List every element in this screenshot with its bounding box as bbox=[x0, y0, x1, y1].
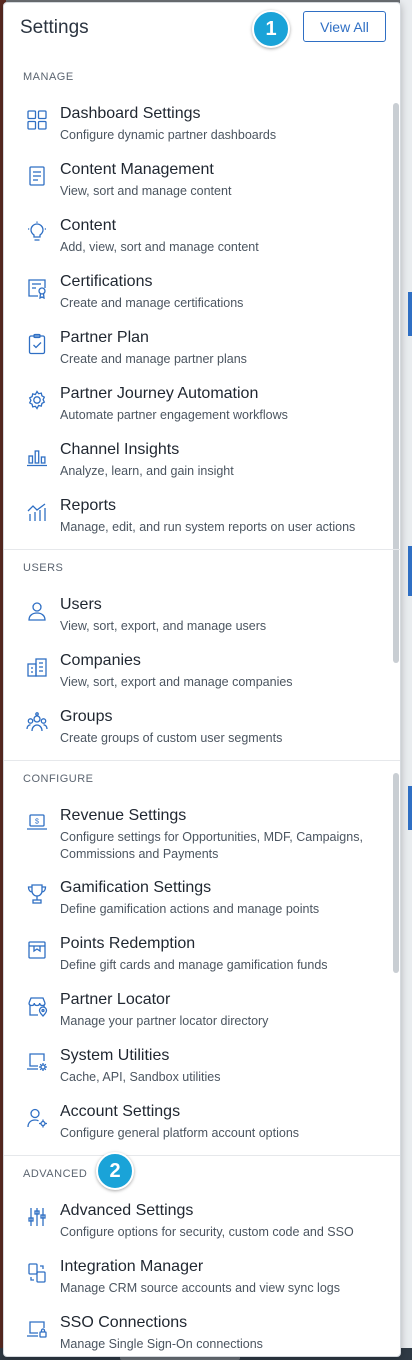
group-icon bbox=[26, 712, 48, 734]
view-all-button[interactable]: View All bbox=[303, 11, 386, 42]
menu-item-title: Channel Insights bbox=[60, 441, 180, 458]
menu-item-description: Cache, API, Sandbox utilities bbox=[60, 1070, 221, 1084]
gift-card-icon bbox=[26, 939, 48, 961]
gear-icon bbox=[26, 389, 48, 411]
menu-item-description: Automate partner engagement workflows bbox=[60, 408, 288, 422]
clipboard-check-icon bbox=[26, 333, 48, 355]
certificate-icon bbox=[26, 277, 48, 300]
menu-item-title: Companies bbox=[60, 652, 141, 669]
section-divider bbox=[4, 1155, 400, 1156]
menu-item-description: Define gamification actions and manage p… bbox=[60, 902, 320, 916]
section-label-advanced: ADVANCED bbox=[23, 1168, 88, 1180]
menu-item-title: Users bbox=[60, 596, 102, 613]
menu-item-description: Create groups of custom user segments bbox=[60, 731, 283, 745]
menu-item-title: Dashboard Settings bbox=[60, 105, 201, 122]
menu-item-advanced-settings[interactable]: Advanced Settings Configure options for … bbox=[4, 1202, 400, 1252]
callout-badge-2: 2 bbox=[96, 1152, 134, 1190]
menu-item-title: Gamification Settings bbox=[60, 879, 212, 896]
trophy-icon bbox=[26, 883, 48, 905]
menu-item-title: Groups bbox=[60, 708, 113, 725]
menu-item-description: View, sort and manage content bbox=[60, 184, 232, 198]
section-label-manage: MANAGE bbox=[23, 71, 74, 83]
menu-item-gamification-settings[interactable]: Gamification Settings Define gamificatio… bbox=[4, 879, 400, 929]
section-divider bbox=[4, 549, 400, 550]
menu-item-groups[interactable]: Groups Create groups of custom user segm… bbox=[4, 708, 400, 758]
menu-item-description: Define gift cards and manage gamificatio… bbox=[60, 958, 328, 972]
menu-item-partner-journey-automation[interactable]: Partner Journey Automation Automate part… bbox=[4, 385, 400, 435]
menu-item-partner-plan[interactable]: Partner Plan Create and manage partner p… bbox=[4, 329, 400, 379]
menu-item-description: Manage CRM source accounts and view sync… bbox=[60, 1281, 340, 1295]
sync-icon bbox=[26, 1262, 48, 1284]
callout-badge-1: 1 bbox=[252, 10, 290, 48]
menu-item-title: Certifications bbox=[60, 273, 153, 290]
menu-item-description: View, sort, export and manage companies bbox=[60, 675, 293, 689]
menu-item-description: Configure options for security, custom c… bbox=[60, 1225, 354, 1239]
menu-item-title: Advanced Settings bbox=[60, 1202, 194, 1219]
trend-chart-icon bbox=[26, 501, 48, 523]
section-label-users: USERS bbox=[23, 562, 64, 574]
menu-item-title: Partner Locator bbox=[60, 991, 171, 1008]
menu-item-title: Reports bbox=[60, 497, 117, 514]
menu-item-title: Revenue Settings bbox=[60, 807, 187, 824]
menu-item-description: Create and manage partner plans bbox=[60, 352, 247, 366]
menu-item-title: Partner Journey Automation bbox=[60, 385, 259, 402]
menu-item-revenue-settings[interactable]: $ Revenue Settings Configure settings fo… bbox=[4, 807, 400, 867]
menu-item-content[interactable]: Content Add, view, sort and manage conte… bbox=[4, 217, 400, 267]
menu-item-title: Content Management bbox=[60, 161, 214, 178]
laptop-gear-icon bbox=[26, 1051, 48, 1073]
menu-item-description: Configure dynamic partner dashboards bbox=[60, 128, 277, 142]
user-gear-icon bbox=[26, 1107, 48, 1129]
menu-item-dashboard-settings[interactable]: Dashboard Settings Configure dynamic par… bbox=[4, 105, 400, 155]
background-app-edge-right bbox=[400, 0, 412, 1360]
store-pin-icon bbox=[26, 995, 48, 1017]
menu-item-description: Configure general platform account optio… bbox=[60, 1126, 300, 1140]
menu-item-title: Points Redemption bbox=[60, 935, 196, 952]
section-label-configure: CONFIGURE bbox=[23, 773, 94, 785]
menu-item-partner-locator[interactable]: Partner Locator Manage your partner loca… bbox=[4, 991, 400, 1041]
menu-item-channel-insights[interactable]: Channel Insights Analyze, learn, and gai… bbox=[4, 441, 400, 491]
lightbulb-icon bbox=[26, 221, 48, 243]
sliders-icon bbox=[26, 1206, 48, 1228]
section-divider bbox=[4, 760, 400, 761]
menu-item-title: SSO Connections bbox=[60, 1314, 188, 1331]
laptop-lock-icon bbox=[26, 1318, 48, 1340]
menu-item-points-redemption[interactable]: Points Redemption Define gift cards and … bbox=[4, 935, 400, 985]
menu-item-description: Configure settings for Opportunities, MD… bbox=[60, 830, 363, 861]
laptop-dollar-icon: $ bbox=[26, 811, 48, 833]
menu-item-companies[interactable]: Companies View, sort, export and manage … bbox=[4, 652, 400, 702]
menu-item-users[interactable]: Users View, sort, export, and manage use… bbox=[4, 596, 400, 646]
menu-item-description: Manage Single Sign-On connections bbox=[60, 1337, 263, 1351]
menu-item-description: Manage your partner locator directory bbox=[60, 1014, 269, 1028]
menu-item-integration-manager[interactable]: Integration Manager Manage CRM source ac… bbox=[4, 1258, 400, 1308]
menu-item-sso-connections[interactable]: SSO Connections Manage Single Sign-On co… bbox=[4, 1314, 400, 1360]
menu-item-description: Analyze, learn, and gain insight bbox=[60, 464, 234, 478]
menu-item-account-settings[interactable]: Account Settings Configure general platf… bbox=[4, 1103, 400, 1153]
menu-item-title: Partner Plan bbox=[60, 329, 149, 346]
building-icon bbox=[26, 656, 48, 678]
menu-item-content-management[interactable]: Content Management View, sort and manage… bbox=[4, 161, 400, 211]
document-icon bbox=[26, 165, 48, 187]
svg-text:$: $ bbox=[35, 819, 39, 826]
grid-icon bbox=[26, 109, 48, 131]
menu-item-description: View, sort, export, and manage users bbox=[60, 619, 267, 633]
menu-item-reports[interactable]: Reports Manage, edit, and run system rep… bbox=[4, 497, 400, 547]
menu-item-certifications[interactable]: Certifications Create and manage certifi… bbox=[4, 273, 400, 323]
menu-item-description: Create and manage certifications bbox=[60, 296, 244, 310]
menu-item-system-utilities[interactable]: System Utilities Cache, API, Sandbox uti… bbox=[4, 1047, 400, 1097]
settings-dropdown-panel: Settings View All 1 MANAGE Dashboard Set… bbox=[3, 2, 401, 1357]
menu-item-title: System Utilities bbox=[60, 1047, 170, 1064]
panel-title: Settings bbox=[20, 17, 89, 38]
menu-item-title: Account Settings bbox=[60, 1103, 181, 1120]
menu-item-description: Manage, edit, and run system reports on … bbox=[60, 520, 356, 534]
menu-item-title: Content bbox=[60, 217, 117, 234]
menu-item-title: Integration Manager bbox=[60, 1258, 204, 1275]
menu-item-description: Add, view, sort and manage content bbox=[60, 240, 259, 254]
panel-header: Settings View All bbox=[4, 3, 400, 59]
user-icon bbox=[26, 600, 48, 622]
bar-chart-icon bbox=[26, 445, 48, 467]
